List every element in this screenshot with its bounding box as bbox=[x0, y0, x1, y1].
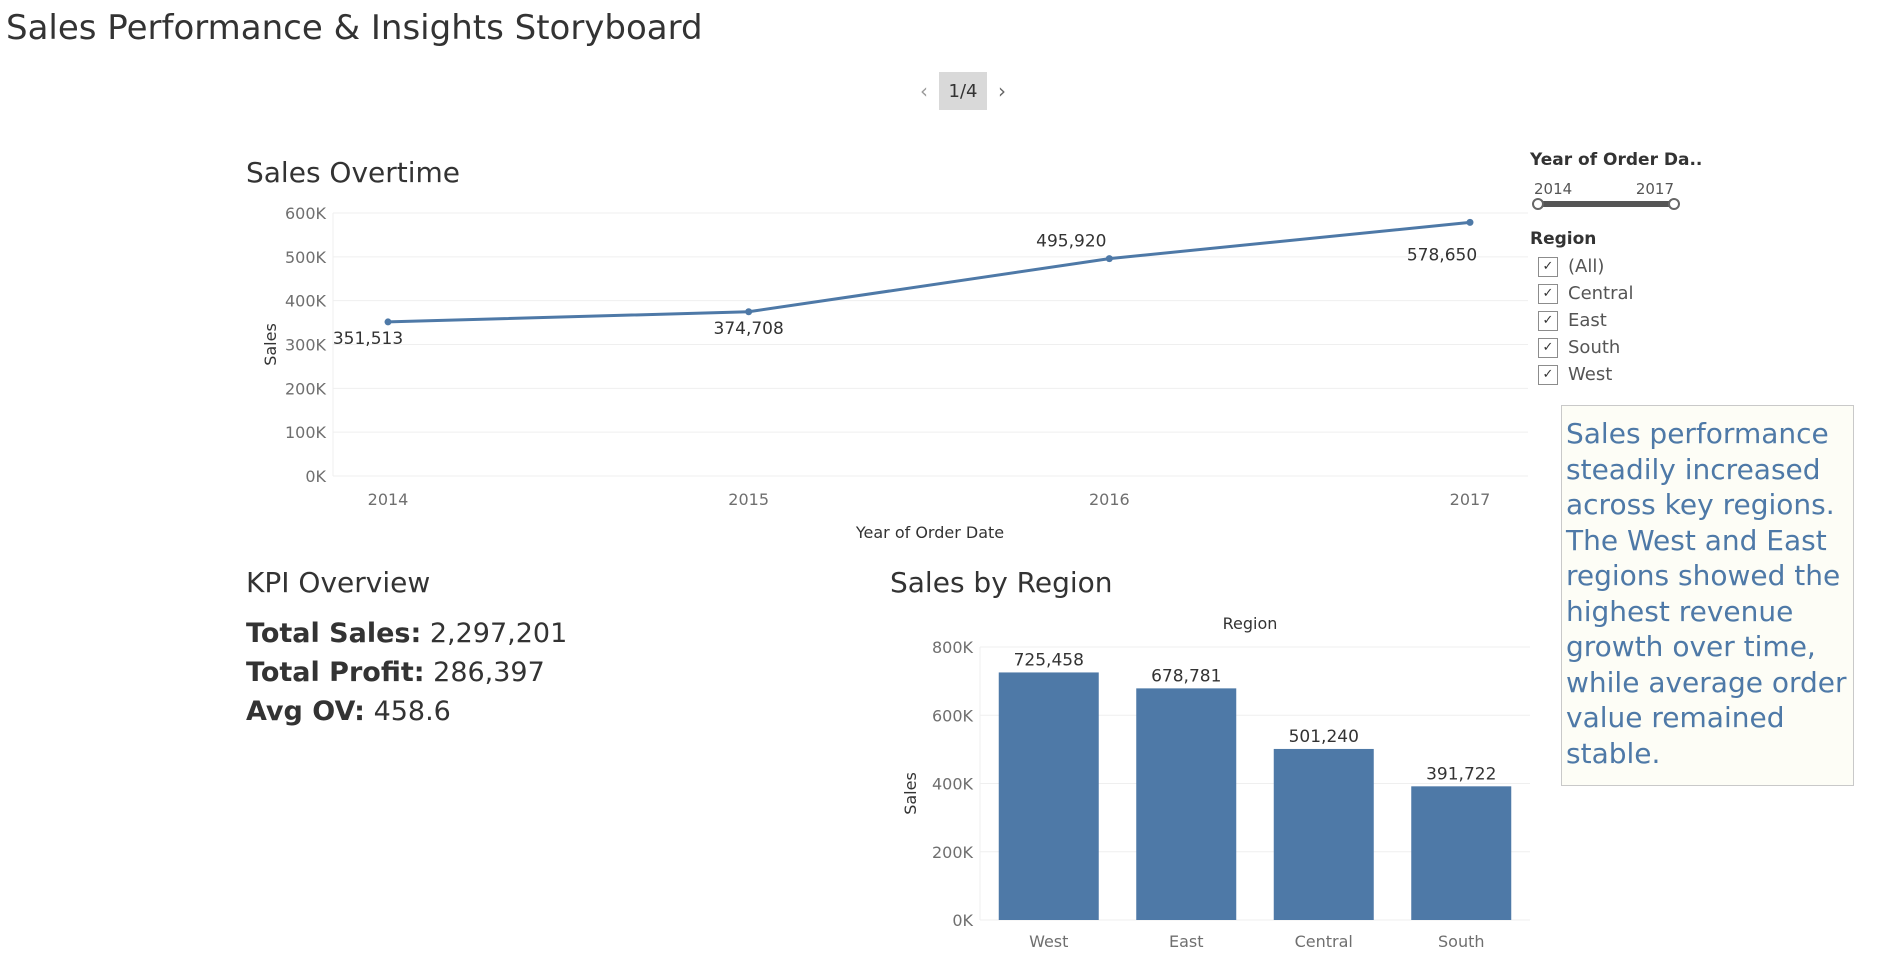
chevron-right-icon[interactable]: › bbox=[990, 79, 1014, 103]
line-data-point[interactable] bbox=[1466, 218, 1474, 226]
year-filter-title: Year of Order Da.. bbox=[1530, 150, 1703, 170]
bar-south[interactable] bbox=[1411, 786, 1512, 920]
bar-east[interactable] bbox=[1136, 688, 1237, 920]
bar-category-label: Central bbox=[1295, 932, 1353, 951]
region-option-east[interactable]: ✓ East bbox=[1538, 307, 1710, 334]
region-option-all[interactable]: ✓ (All) bbox=[1538, 253, 1710, 280]
region-option-south[interactable]: ✓ South bbox=[1538, 334, 1710, 361]
bar-header-region: Region bbox=[1223, 614, 1278, 633]
bar-y-tick-label: 400K bbox=[932, 775, 974, 794]
filter-panel: Year of Order Da.. 2014 2017 Region ✓ (Al… bbox=[1530, 150, 1710, 388]
checkbox-checked-icon[interactable]: ✓ bbox=[1538, 283, 1558, 304]
bar-central[interactable] bbox=[1273, 748, 1374, 920]
line-data-point[interactable] bbox=[384, 318, 392, 326]
bar-data-label: 501,240 bbox=[1289, 727, 1359, 747]
year-range-min: 2014 bbox=[1534, 180, 1573, 198]
kpi-total-profit: Total Profit: 286,397 bbox=[246, 657, 545, 688]
checkbox-checked-icon[interactable]: ✓ bbox=[1538, 310, 1558, 331]
checkbox-checked-icon[interactable]: ✓ bbox=[1538, 337, 1558, 358]
insight-caption-text: Sales performance steadily increased acr… bbox=[1566, 417, 1847, 770]
bar-category-label: East bbox=[1169, 932, 1204, 951]
bar-data-label: 725,458 bbox=[1014, 650, 1084, 670]
line-x-axis-title: Year of Order Date bbox=[855, 523, 1004, 542]
line-y-tick-label: 300K bbox=[285, 336, 327, 355]
bar-y-axis-title: Sales bbox=[901, 772, 920, 815]
kpi-list: Total Sales: 2,297,201 Total Profit: 286… bbox=[246, 614, 567, 731]
line-y-tick-label: 600K bbox=[285, 204, 327, 223]
line-y-tick-label: 100K bbox=[285, 423, 327, 442]
line-data-label: 351,513 bbox=[333, 329, 403, 349]
line-chart-title: Sales Overtime bbox=[246, 156, 461, 189]
line-data-point[interactable] bbox=[745, 308, 753, 316]
year-range-slider[interactable] bbox=[1532, 198, 1680, 210]
bar-data-label: 678,781 bbox=[1151, 666, 1221, 686]
year-range-max: 2017 bbox=[1635, 180, 1674, 198]
bar-category-label: South bbox=[1438, 932, 1485, 951]
chevron-left-icon[interactable]: ‹ bbox=[912, 79, 936, 103]
kpi-avg-ov: Avg OV: 458.6 bbox=[246, 696, 451, 727]
sales-by-region-chart: 0K 200K 400K 600K 800K Region Sales 725,458 6… bbox=[901, 614, 1530, 951]
bar-data-label: 391,722 bbox=[1426, 764, 1496, 784]
year-range-max-handle[interactable] bbox=[1668, 198, 1680, 210]
sales-series-line bbox=[387, 220, 1471, 324]
bar-y-tick-label: 0K bbox=[952, 911, 973, 930]
line-data-label: 374,708 bbox=[714, 319, 784, 339]
checkbox-checked-icon[interactable]: ✓ bbox=[1538, 256, 1558, 277]
story-point-indicator[interactable]: 1/4 bbox=[939, 72, 987, 110]
bar-y-tick-label: 200K bbox=[932, 843, 974, 862]
page-title: Sales Performance & Insights Storyboard bbox=[6, 8, 703, 48]
bar-category-label: West bbox=[1029, 932, 1068, 951]
line-x-tick-label: 2017 bbox=[1450, 490, 1491, 509]
bar-y-tick-label: 600K bbox=[932, 706, 974, 725]
region-filter-title: Region bbox=[1530, 229, 1597, 249]
year-range-min-handle[interactable] bbox=[1532, 198, 1544, 210]
line-y-tick-label: 0K bbox=[305, 467, 326, 486]
bar-west[interactable] bbox=[998, 672, 1099, 920]
insight-caption: Sales performance steadily increased acr… bbox=[1561, 405, 1854, 786]
region-option-west[interactable]: ✓ West bbox=[1538, 361, 1710, 388]
line-y-axis-title: Sales bbox=[261, 323, 280, 366]
line-x-tick-label: 2015 bbox=[728, 490, 769, 509]
line-x-tick-label: 2014 bbox=[368, 490, 409, 509]
checkbox-checked-icon[interactable]: ✓ bbox=[1538, 364, 1558, 385]
line-y-tick-label: 400K bbox=[285, 292, 327, 311]
kpi-total-sales: Total Sales: 2,297,201 bbox=[246, 618, 568, 649]
line-y-tick-label: 200K bbox=[285, 379, 327, 398]
kpi-title: KPI Overview bbox=[246, 566, 431, 599]
line-x-tick-label: 2016 bbox=[1089, 490, 1130, 509]
story-pager: ‹ 1/4 › bbox=[912, 72, 1014, 110]
bar-chart-title: Sales by Region bbox=[890, 566, 1113, 599]
sales-overtime-chart: 0K 100K 200K 300K 400K 500K 600K 2014 2015 2016 2… bbox=[261, 204, 1528, 542]
line-data-label: 495,920 bbox=[1036, 232, 1106, 252]
line-y-tick-label: 500K bbox=[285, 248, 327, 267]
line-data-label: 578,650 bbox=[1407, 245, 1477, 265]
bar-y-tick-label: 800K bbox=[932, 638, 974, 657]
region-option-central[interactable]: ✓ Central bbox=[1538, 280, 1710, 307]
line-data-point[interactable] bbox=[1105, 255, 1113, 263]
